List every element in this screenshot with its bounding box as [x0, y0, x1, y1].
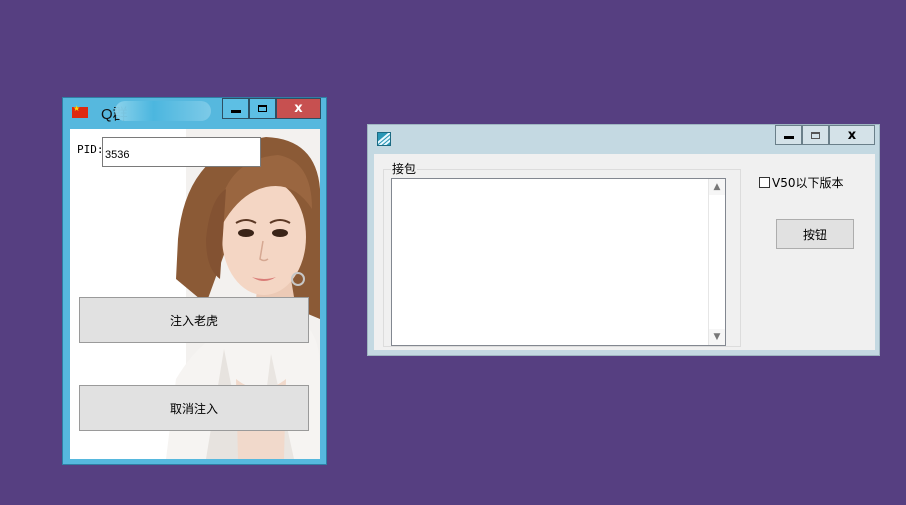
vertical-scrollbar[interactable]: ▲ ▼ [708, 179, 725, 345]
pid-label: PID: [77, 143, 104, 156]
inject-button[interactable]: 注入老虎 [79, 297, 309, 343]
v50-checkbox[interactable] [759, 177, 770, 188]
close-icon: x [294, 101, 303, 116]
maximize-button[interactable] [802, 125, 829, 145]
v50-checkbox-label: V50以下版本 [772, 176, 844, 190]
minimize-icon [783, 136, 794, 139]
maximize-icon [811, 131, 820, 139]
close-icon: x [847, 127, 857, 143]
packet-textarea[interactable]: ▲ ▼ [391, 178, 726, 346]
maximize-button[interactable] [249, 98, 276, 119]
close-button[interactable]: x [829, 125, 875, 145]
packet-window: x 接包 ▲ ▼ V50以下版本 按钮 [367, 124, 880, 356]
pid-input[interactable] [102, 137, 261, 167]
app-logo-icon [377, 132, 391, 146]
injector-client-area: PID: 注入老虎 取消注入 [70, 129, 320, 459]
action-button[interactable]: 按钮 [776, 219, 854, 249]
maximize-icon [258, 105, 267, 112]
injector-window: Q群 x [62, 97, 327, 465]
scroll-down-icon[interactable]: ▼ [709, 329, 725, 345]
minimize-icon [230, 109, 241, 113]
injector-titlebar[interactable]: Q群 x [63, 98, 326, 123]
minimize-button[interactable] [775, 125, 802, 145]
packet-group-label: 接包 [391, 160, 418, 177]
packet-client-area: 接包 ▲ ▼ V50以下版本 按钮 [374, 154, 875, 350]
redacted-title-blur [115, 101, 211, 121]
v50-checkbox-row[interactable]: V50以下版本 [759, 174, 843, 191]
cancel-inject-button[interactable]: 取消注入 [79, 385, 309, 431]
china-flag-icon [72, 104, 88, 118]
scroll-up-icon[interactable]: ▲ [709, 179, 725, 195]
minimize-button[interactable] [222, 98, 249, 119]
close-button[interactable]: x [276, 98, 321, 119]
